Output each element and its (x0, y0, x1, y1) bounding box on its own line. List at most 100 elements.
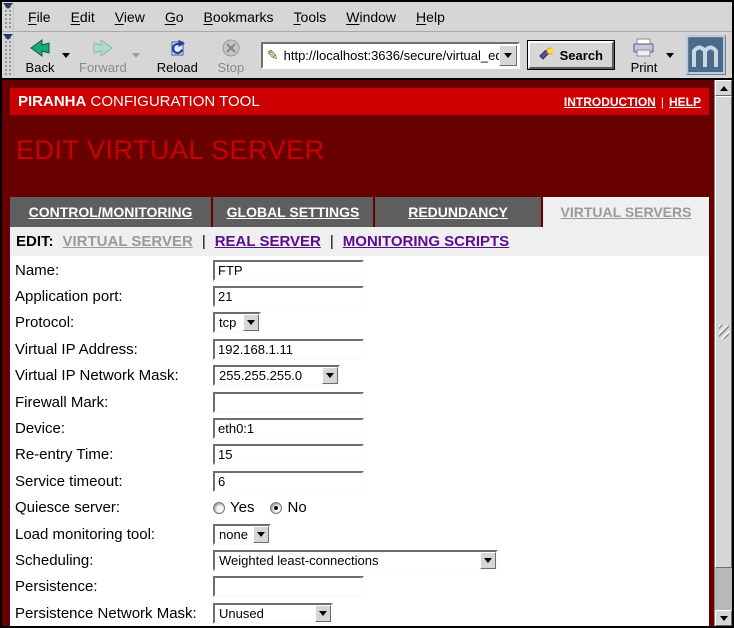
url-input[interactable]: http://localhost:3636/secure/virtual_edi… (284, 48, 499, 63)
application-port-label: Application port: (10, 288, 213, 305)
help-link[interactable]: HELP (669, 95, 701, 109)
scrollbar-thumb[interactable] (715, 96, 732, 568)
browser-window: File Edit View Go Bookmarks Tools Window… (0, 0, 734, 628)
reload-icon (167, 36, 187, 60)
print-button[interactable]: Print (622, 34, 666, 76)
search-button[interactable]: Search (528, 41, 614, 69)
back-dropdown-icon[interactable] (62, 53, 70, 58)
scroll-up-button[interactable] (715, 80, 732, 96)
application-port-input[interactable] (213, 286, 364, 307)
firewall-mark-label: Firewall Mark: (10, 394, 213, 411)
vip-netmask-select[interactable]: 255.255.255.0 (213, 365, 340, 386)
form-row-virtual-ip: Virtual IP Address: (10, 336, 709, 362)
stop-icon (221, 36, 241, 60)
quiesce-no-label: No (287, 499, 306, 516)
vip-netmask-select-value: 255.255.255.0 (215, 368, 322, 383)
menu-bookmarks[interactable]: Bookmarks (194, 5, 284, 29)
form-row-load-monitoring: Load monitoring tool: none (10, 521, 709, 547)
mozilla-m-icon (691, 41, 721, 69)
tab-control-monitoring[interactable]: CONTROL/MONITORING (10, 197, 211, 227)
vip-netmask-label: Virtual IP Network Mask: (10, 367, 213, 384)
introduction-link[interactable]: INTRODUCTION (564, 95, 656, 109)
scrollbar-track[interactable] (715, 568, 732, 610)
menu-file[interactable]: File (18, 5, 61, 29)
chevron-down-icon (253, 526, 269, 543)
form-row-persistence: Persistence: (10, 574, 709, 600)
subnav-monitoring-scripts-link[interactable]: MONITORING SCRIPTS (343, 233, 509, 250)
tab-bar: CONTROL/MONITORING GLOBAL SETTINGS REDUN… (10, 197, 709, 227)
subnav-real-server-link[interactable]: REAL SERVER (215, 233, 321, 250)
quiesce-server-label: Quiesce server: (10, 499, 213, 516)
stop-label: Stop (218, 60, 245, 75)
subnav-separator: | (202, 233, 206, 250)
load-monitoring-select-value: none (215, 527, 253, 542)
chevron-down-icon (243, 314, 259, 331)
reload-label: Reload (157, 60, 198, 75)
virtual-ip-input[interactable] (213, 339, 364, 360)
navigation-toolbar: Back Forward Reload Stop ✎ http://localh… (2, 32, 732, 78)
tab-virtual-servers[interactable]: VIRTUAL SERVERS (543, 197, 709, 227)
form-row-scheduling: Scheduling: Weighted least-connections (10, 547, 709, 573)
back-label: Back (26, 60, 55, 75)
load-monitoring-select[interactable]: none (213, 524, 271, 545)
print-dropdown-icon[interactable] (666, 53, 674, 58)
subnav-prefix: EDIT: (16, 233, 54, 250)
search-label: Search (560, 48, 603, 63)
menu-go[interactable]: Go (155, 5, 194, 29)
virtual-ip-label: Virtual IP Address: (10, 341, 213, 358)
back-icon (29, 36, 51, 60)
scheduling-label: Scheduling: (10, 552, 213, 569)
chevron-down-icon (315, 605, 331, 622)
quiesce-no-radio[interactable] (270, 502, 282, 514)
menu-help[interactable]: Help (406, 5, 455, 29)
url-history-dropdown[interactable] (499, 45, 517, 66)
menu-edit[interactable]: Edit (61, 5, 105, 29)
menu-window[interactable]: Window (336, 5, 406, 29)
persistence-label: Persistence: (10, 578, 213, 595)
subnav-separator: | (330, 233, 334, 250)
form-row-vip-netmask: Virtual IP Network Mask: 255.255.255.0 (10, 363, 709, 389)
url-bar[interactable]: ✎ http://localhost:3636/secure/virtual_e… (261, 42, 520, 69)
scheduling-select[interactable]: Weighted least-connections (213, 550, 498, 571)
mozilla-logo[interactable] (686, 35, 726, 75)
page-content: PIRANHA CONFIGURATION TOOL INTRODUCTION … (2, 80, 714, 626)
scheduling-select-value: Weighted least-connections (215, 553, 480, 568)
print-label: Print (631, 60, 658, 75)
stop-button[interactable]: Stop (209, 34, 253, 76)
forward-icon (92, 36, 114, 60)
bookmark-page-icon[interactable]: ✎ (267, 47, 279, 64)
tab-global-settings[interactable]: GLOBAL SETTINGS (213, 197, 373, 227)
quiesce-yes-radio[interactable] (213, 502, 225, 514)
banner-link-separator: | (661, 95, 664, 109)
print-icon (632, 36, 656, 60)
device-input[interactable] (213, 418, 364, 439)
reentry-time-input[interactable] (213, 444, 364, 465)
vertical-scrollbar[interactable] (714, 80, 732, 626)
menu-tools[interactable]: Tools (284, 5, 337, 29)
virtual-server-form: Name: Application port: Protocol: tcp (10, 256, 709, 626)
forward-dropdown-icon[interactable] (132, 53, 140, 58)
persistence-netmask-select-value: Unused (215, 606, 315, 621)
subnav-virtual-server-link[interactable]: VIRTUAL SERVER (63, 233, 193, 250)
name-input[interactable] (213, 260, 364, 281)
edit-subnav: EDIT: VIRTUAL SERVER | REAL SERVER | MON… (10, 227, 709, 256)
menu-view[interactable]: View (105, 5, 155, 29)
tab-redundancy[interactable]: REDUNDANCY (375, 197, 541, 227)
reload-button[interactable]: Reload (152, 34, 203, 76)
toolbar-grippy[interactable] (3, 34, 14, 76)
persistence-input[interactable] (213, 576, 364, 597)
form-row-name: Name: (10, 257, 709, 283)
toolbar-grippy[interactable] (3, 3, 14, 30)
load-monitoring-label: Load monitoring tool: (10, 526, 213, 543)
protocol-label: Protocol: (10, 314, 213, 331)
back-button[interactable]: Back (18, 34, 62, 76)
forward-button[interactable]: Forward (74, 34, 132, 76)
service-timeout-input[interactable] (213, 471, 364, 492)
firewall-mark-input[interactable] (213, 392, 364, 413)
search-icon (539, 47, 555, 64)
protocol-select[interactable]: tcp (213, 312, 261, 333)
form-row-quiesce-server: Quiesce server: Yes No (10, 495, 709, 521)
persistence-netmask-select[interactable]: Unused (213, 603, 333, 624)
scroll-down-button[interactable] (715, 610, 732, 626)
form-row-reentry-time: Re-entry Time: (10, 442, 709, 468)
